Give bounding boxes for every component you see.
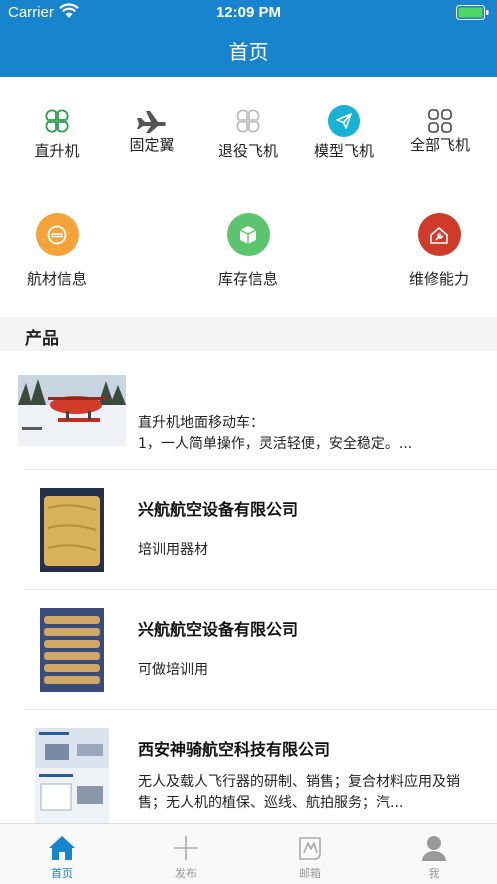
service-repair[interactable]: 维修能力 <box>389 213 489 289</box>
product-name: 兴航航空设备有限公司 <box>138 500 299 519</box>
section-title: 产品 <box>25 329 59 349</box>
product-thumbnail <box>40 488 104 572</box>
status-time: 12:09 PM <box>215 4 282 21</box>
app-header: Carrier 12:09 PM 首页 <box>0 0 497 77</box>
product-description: 直升机地面移动车： 1，一人简单操作，灵活轻便，安全稳定。... <box>138 415 413 452</box>
category-all[interactable]: 全部飞机 <box>400 104 480 155</box>
airplane-icon <box>135 104 169 138</box>
tab-label: 我 <box>428 867 440 880</box>
category-retired[interactable]: 退役飞机 <box>208 104 288 161</box>
product-thumbnail <box>40 608 104 692</box>
category-label: 固定翼 <box>129 136 175 154</box>
product-item[interactable]: 西安神骑航空科技有限公司 无人及载人飞行器的研制、销售；复合材料应用及销售；无人… <box>0 710 497 823</box>
product-name: 西安神骑航空科技有限公司 <box>138 740 331 759</box>
material-icon <box>35 213 79 256</box>
category-model[interactable]: 模型飞机 <box>304 104 384 161</box>
tab-mailbox[interactable]: 邮箱 <box>248 824 372 884</box>
clover-gray-icon <box>231 104 265 138</box>
status-bar: Carrier 12:09 PM <box>0 0 497 26</box>
box-icon <box>226 213 270 256</box>
category-label: 退役飞机 <box>217 142 278 160</box>
tab-publish[interactable]: 发布 <box>124 824 248 884</box>
section-header <box>0 317 497 351</box>
tab-bar: 首页 发布 邮箱 我 <box>0 823 497 884</box>
grid-icon <box>423 104 457 138</box>
helicopter-clover-icon <box>40 104 74 138</box>
home-icon <box>47 833 77 863</box>
product-item[interactable]: 直升机地面移动车： 1，一人简单操作，灵活轻便，安全稳定。... <box>0 351 497 469</box>
category-label: 全部飞机 <box>409 136 470 154</box>
tab-me[interactable]: 我 <box>372 824 496 884</box>
plus-icon <box>171 833 201 863</box>
category-helicopter[interactable]: 直升机 <box>17 104 97 161</box>
category-fixed-wing[interactable]: 固定翼 <box>112 104 192 155</box>
service-label: 库存信息 <box>217 270 278 288</box>
category-label: 模型飞机 <box>313 142 374 160</box>
category-label: 直升机 <box>34 142 80 160</box>
service-label: 维修能力 <box>408 270 469 288</box>
tab-home[interactable]: 首页 <box>0 824 124 884</box>
product-description: 培训用器材 <box>138 542 208 558</box>
page-title: 首页 <box>228 40 269 64</box>
wrench-icon <box>417 213 461 256</box>
product-name: 兴航航空设备有限公司 <box>138 620 299 639</box>
product-thumbnail <box>35 728 109 823</box>
paper-plane-icon <box>327 104 361 138</box>
service-label: 航材信息 <box>26 270 87 288</box>
product-item[interactable]: 兴航航空设备有限公司 可做培训用 <box>0 590 497 709</box>
product-item[interactable]: 兴航航空设备有限公司 培训用器材 <box>0 470 497 589</box>
product-description: 无人及载人飞行器的研制、销售；复合材料应用及销售；无人机的植保、巡线、航拍服务；… <box>138 774 460 811</box>
service-inventory[interactable]: 库存信息 <box>198 213 298 289</box>
product-thumbnail <box>18 375 126 446</box>
tab-label: 首页 <box>51 867 73 880</box>
product-description: 可做培训用 <box>138 662 208 678</box>
mail-icon <box>295 833 325 863</box>
tab-label: 邮箱 <box>299 867 321 880</box>
battery-icon <box>456 5 489 20</box>
user-icon <box>419 833 449 863</box>
tab-label: 发布 <box>175 867 197 880</box>
service-materials[interactable]: 航材信息 <box>7 213 107 289</box>
